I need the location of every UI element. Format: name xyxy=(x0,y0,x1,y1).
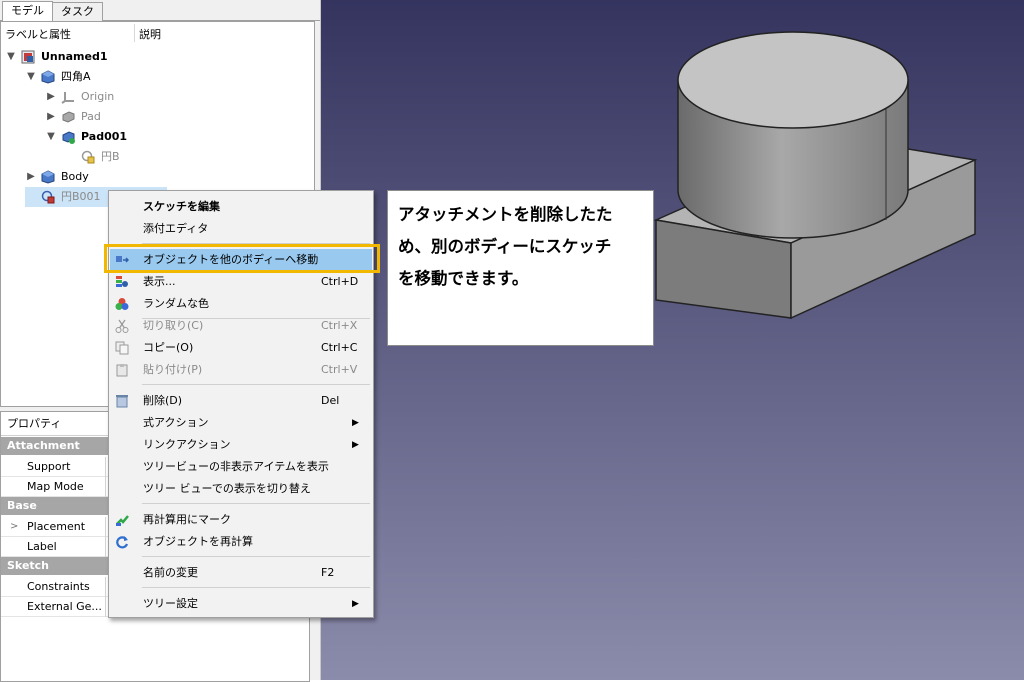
highlight-frame xyxy=(104,244,380,273)
delete-icon xyxy=(116,395,128,408)
body-icon xyxy=(41,70,55,84)
menu-item-rename[interactable]: 名前の変更 F2 xyxy=(110,562,372,584)
paste-icon xyxy=(116,364,128,377)
submenu-arrow-icon: ▶ xyxy=(352,418,359,428)
tree-header: ラベルと属性 説明 xyxy=(1,22,314,44)
mark-recompute-icon xyxy=(116,515,129,526)
tab-tasks[interactable]: タスク xyxy=(52,2,103,21)
tree-header-description: 説明 xyxy=(139,28,161,41)
chevron-right-icon[interactable]: ▶ xyxy=(45,107,57,127)
menu-item-attachment-editor[interactable]: 添付エディタ xyxy=(110,218,372,240)
menu-item-recompute-object[interactable]: オブジェクトを再計算 xyxy=(110,531,372,553)
pad-icon xyxy=(62,131,75,144)
menu-item-mark-to-recompute[interactable]: 再計算用にマーク xyxy=(110,509,372,531)
chevron-right-icon[interactable]: ▶ xyxy=(25,167,37,187)
copy-icon xyxy=(115,341,129,355)
menu-item-paste[interactable]: 貼り付け(P) Ctrl+V xyxy=(110,359,372,381)
property-column-divider xyxy=(105,537,106,557)
sketch-icon xyxy=(81,150,95,164)
tree-header-label: ラベルと属性 xyxy=(5,28,71,41)
menu-separator xyxy=(142,503,370,504)
property-column-divider xyxy=(105,457,106,477)
combo-view-tabs: モデル タスク xyxy=(0,0,320,22)
scissors-icon xyxy=(115,319,129,333)
callout-line-2: め、別のボディーにスケッチ xyxy=(398,237,612,256)
menu-item-copy[interactable]: コピー(O) Ctrl+C xyxy=(110,337,372,359)
menu-item-delete[interactable]: 削除(D) Del xyxy=(110,390,372,412)
menu-item-cut[interactable]: 切り取り(C) Ctrl+X xyxy=(110,315,372,337)
menu-item-tree-settings[interactable]: ツリー設定 ▶ xyxy=(110,593,372,615)
submenu-arrow-icon: ▶ xyxy=(352,440,359,450)
menu-item-edit-sketch[interactable]: スケッチを編集 xyxy=(110,196,372,218)
chevron-right-icon[interactable]: > xyxy=(10,517,18,537)
document-icon xyxy=(21,50,35,64)
menu-separator xyxy=(142,556,370,557)
menu-separator xyxy=(142,587,370,588)
body-icon xyxy=(41,170,55,184)
random-color-icon xyxy=(115,298,129,310)
menu-item-display[interactable]: 表示... Ctrl+D xyxy=(110,271,372,293)
chevron-right-icon[interactable]: ▶ xyxy=(45,87,57,107)
property-column-divider xyxy=(105,477,106,497)
menu-separator xyxy=(142,384,370,385)
tree-header-divider xyxy=(134,24,135,42)
property-column-divider xyxy=(105,597,106,617)
menu-item-toggle-tree-visibility[interactable]: ツリー ビューでの表示を切り替え xyxy=(110,478,372,500)
property-column-divider xyxy=(105,577,106,597)
chevron-down-icon[interactable]: ▼ xyxy=(45,127,57,147)
menu-item-show-hidden-items[interactable]: ツリービューの非表示アイテムを表示 xyxy=(110,456,372,478)
menu-item-link-actions[interactable]: リンクアクション ▶ xyxy=(110,434,372,456)
property-column-divider xyxy=(105,517,106,537)
tab-model[interactable]: モデル xyxy=(2,1,53,22)
annotation-callout: アタッチメントを削除したた め、別のボディーにスケッチ を移動できます。 xyxy=(387,190,654,346)
refresh-icon xyxy=(116,536,129,549)
submenu-arrow-icon: ▶ xyxy=(352,599,359,609)
menu-item-expression-actions[interactable]: 式アクション ▶ xyxy=(110,412,372,434)
display-properties-icon xyxy=(116,276,128,287)
menu-item-random-color[interactable]: ランダムな色 xyxy=(110,293,372,315)
chevron-down-icon[interactable]: ▼ xyxy=(5,47,17,67)
chevron-down-icon[interactable]: ▼ xyxy=(25,67,37,87)
cylinder-top-face xyxy=(677,31,909,129)
origin-axes-icon xyxy=(61,92,74,104)
pad-icon xyxy=(62,111,75,123)
callout-line-3: を移動できます。 xyxy=(398,269,529,288)
callout-line-1: アタッチメントを削除したた xyxy=(398,205,613,224)
sketch-icon xyxy=(41,190,55,204)
